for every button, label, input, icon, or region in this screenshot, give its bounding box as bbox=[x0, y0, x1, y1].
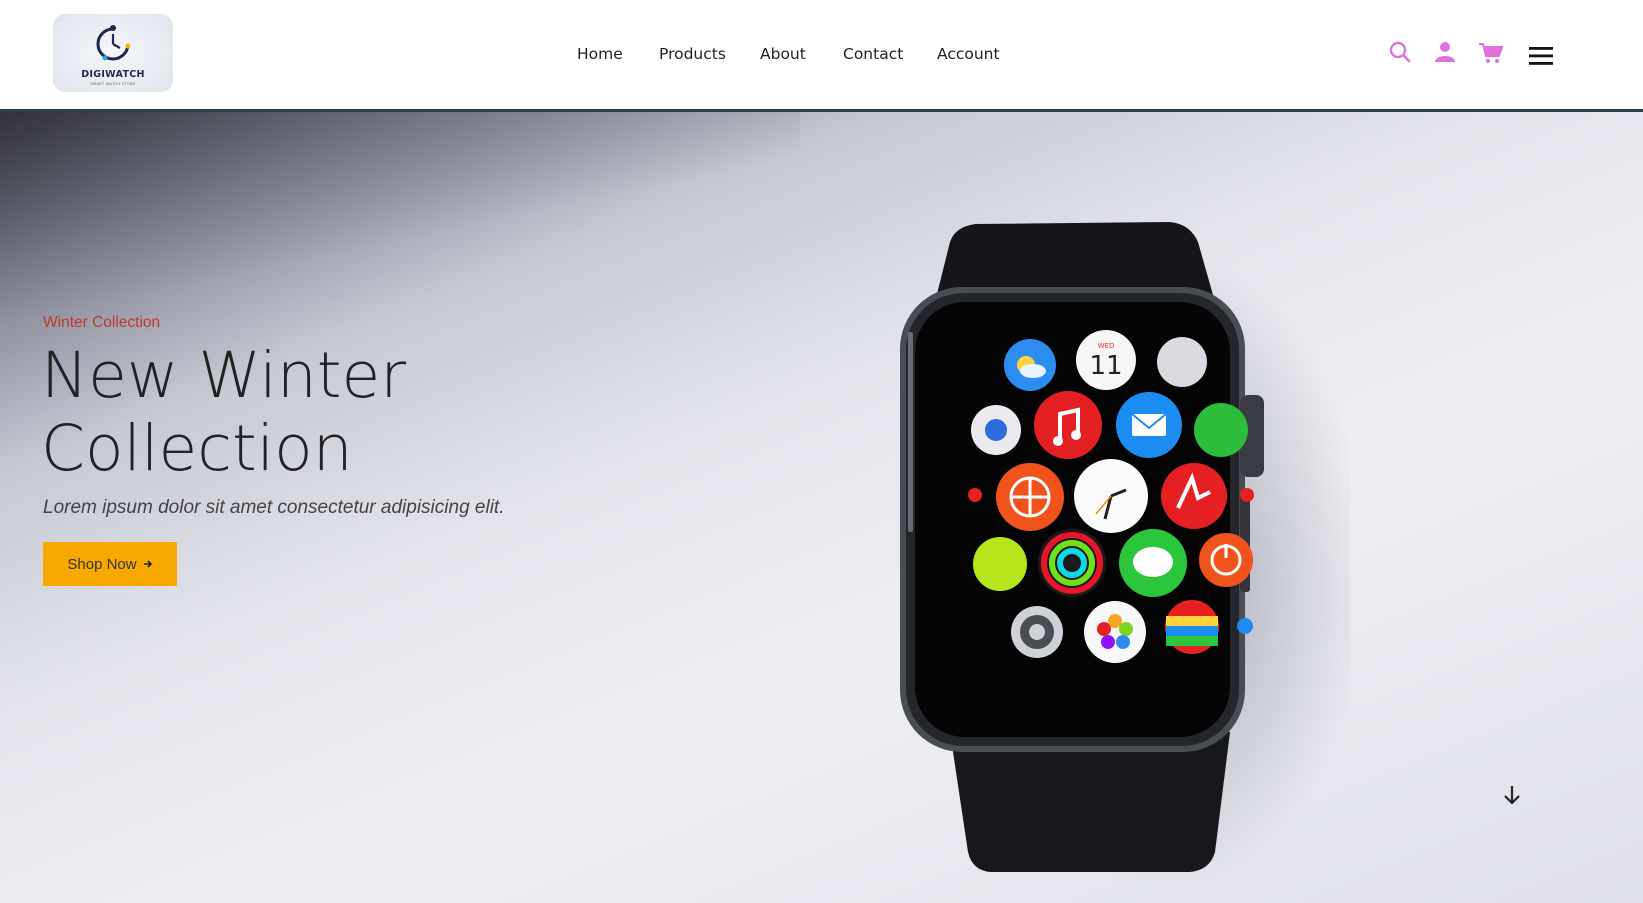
brand-logo[interactable]: DIGIWATCH SMART WATCH STORE bbox=[53, 14, 173, 92]
cart-icon[interactable] bbox=[1478, 42, 1503, 68]
hero-subtitle: Lorem ipsum dolor sit amet consectetur a… bbox=[43, 497, 505, 518]
watch-date: 11 bbox=[1089, 351, 1122, 381]
nav-products[interactable]: Products bbox=[659, 45, 726, 63]
shop-now-label: Shop Now bbox=[67, 555, 137, 573]
nav-about[interactable]: About bbox=[760, 45, 806, 63]
menu-icon[interactable] bbox=[1529, 46, 1553, 70]
shop-now-button[interactable]: Shop Now bbox=[43, 542, 177, 586]
arrow-down-icon[interactable] bbox=[1502, 784, 1522, 810]
nav-home[interactable]: Home bbox=[577, 45, 623, 63]
smartwatch-image: WED 11 bbox=[900, 222, 1350, 892]
hero-banner: WED 11 Winter Collection New Winter Coll… bbox=[0, 112, 1643, 903]
search-icon[interactable] bbox=[1389, 41, 1411, 67]
logo-tagline: SMART WATCH STORE bbox=[90, 82, 136, 86]
arrow-right-icon bbox=[143, 560, 152, 568]
site-header: DIGIWATCH SMART WATCH STORE Home Product… bbox=[0, 0, 1643, 112]
watch-day: WED bbox=[1098, 342, 1115, 350]
user-icon[interactable] bbox=[1434, 41, 1456, 67]
logo-name: DIGIWATCH bbox=[81, 69, 145, 80]
nav-contact[interactable]: Contact bbox=[843, 45, 903, 63]
clock-logo-icon bbox=[96, 25, 131, 61]
nav-account[interactable]: Account bbox=[937, 45, 1000, 63]
hero-title: New Winter Collection bbox=[41, 339, 407, 485]
hero-eyebrow: Winter Collection bbox=[43, 314, 161, 331]
